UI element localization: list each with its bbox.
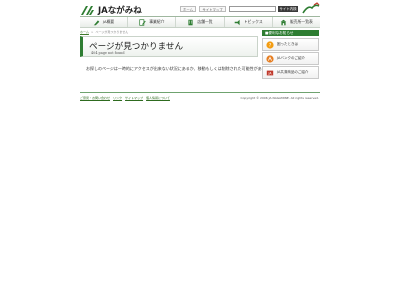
ja-kyosai-banner[interactable]: JA JA共済商品のご紹介 — [262, 66, 319, 79]
nav-label: JA概要 — [102, 19, 115, 24]
sitemap-link[interactable]: サイトマップ — [199, 6, 226, 12]
help-icon: ? — [266, 40, 274, 49]
megaphone-icon — [234, 19, 240, 25]
footer-links: ご意見・お問い合わせ リンク サイトマップ 個人情報について — [80, 96, 170, 100]
sitemap-footer-link[interactable]: サイトマップ — [125, 96, 143, 100]
nav-branches[interactable]: 店舗一覧 — [176, 17, 225, 27]
search-input[interactable] — [229, 6, 276, 12]
error-message: お探しのページは一時的にアクセスが出来ない状況にあるか、移動もしくは削除された可… — [86, 66, 278, 71]
search-button[interactable]: サイト内検索 — [278, 6, 298, 17]
global-nav: JA概要 事業紹介 店舗一覧 トピックス 販売所一覧表 — [80, 16, 320, 28]
ja-kyosai-icon: JA — [266, 70, 274, 75]
footer: ご意見・お問い合わせ リンク サイトマップ 個人情報について Copyright… — [80, 92, 320, 102]
breadcrumb-separator: > — [90, 30, 94, 34]
page-title-box: ページが見つかりません 404 page not found — [80, 36, 258, 57]
nav-label: 店舗一覧 — [197, 19, 213, 24]
contact-link[interactable]: ご意見・お問い合わせ — [80, 96, 110, 100]
shop-icon — [280, 19, 287, 25]
sidebar-header: ■便利なお知らせ — [262, 30, 319, 36]
ja-bank-banner[interactable]: JAバンクのご紹介 — [262, 52, 319, 65]
breadcrumb-current: ページが見つかりません — [95, 30, 129, 34]
site-name: JAながみね — [98, 6, 142, 16]
privacy-link[interactable]: 個人情報について — [146, 96, 170, 100]
nav-shops[interactable]: 販売所一覧表 — [273, 17, 320, 27]
site-logo[interactable]: JAながみね — [80, 4, 142, 16]
breadcrumb: ホーム > ページが見つかりません — [80, 30, 258, 35]
banner-label: 困ったときは — [277, 42, 298, 46]
nav-business[interactable]: 事業紹介 — [128, 17, 177, 27]
copyright: Copyright © 2006 JA NAGAMINE. All rights… — [240, 96, 319, 100]
banner-label: JA共済商品のご紹介 — [277, 70, 309, 74]
nav-label: トピックス — [243, 19, 263, 24]
help-banner[interactable]: ? 困ったときは — [262, 38, 319, 51]
mountain-logo-icon — [302, 2, 320, 14]
nav-label: 事業紹介 — [149, 19, 165, 24]
links-link[interactable]: リンク — [113, 96, 122, 100]
document-pen-icon — [139, 18, 146, 26]
breadcrumb-home-link[interactable]: ホーム — [80, 30, 89, 35]
nav-ja-overview[interactable]: JA概要 — [80, 17, 129, 27]
pen-icon — [93, 19, 100, 25]
ja-logo-icon — [81, 5, 94, 15]
banner-label: JAバンクのご紹介 — [277, 56, 306, 60]
home-link[interactable]: ホーム — [180, 6, 196, 12]
nav-topics[interactable]: トピックス — [225, 17, 273, 27]
page: JAながみね ホーム サイトマップ サイト内検索 JA概要 事業紹介 店舗一覧 … — [0, 0, 400, 300]
page-subtitle: 404 page not found — [91, 51, 125, 55]
ja-bank-icon — [266, 54, 274, 63]
building-icon — [188, 19, 194, 25]
nav-label: 販売所一覧表 — [290, 19, 313, 24]
